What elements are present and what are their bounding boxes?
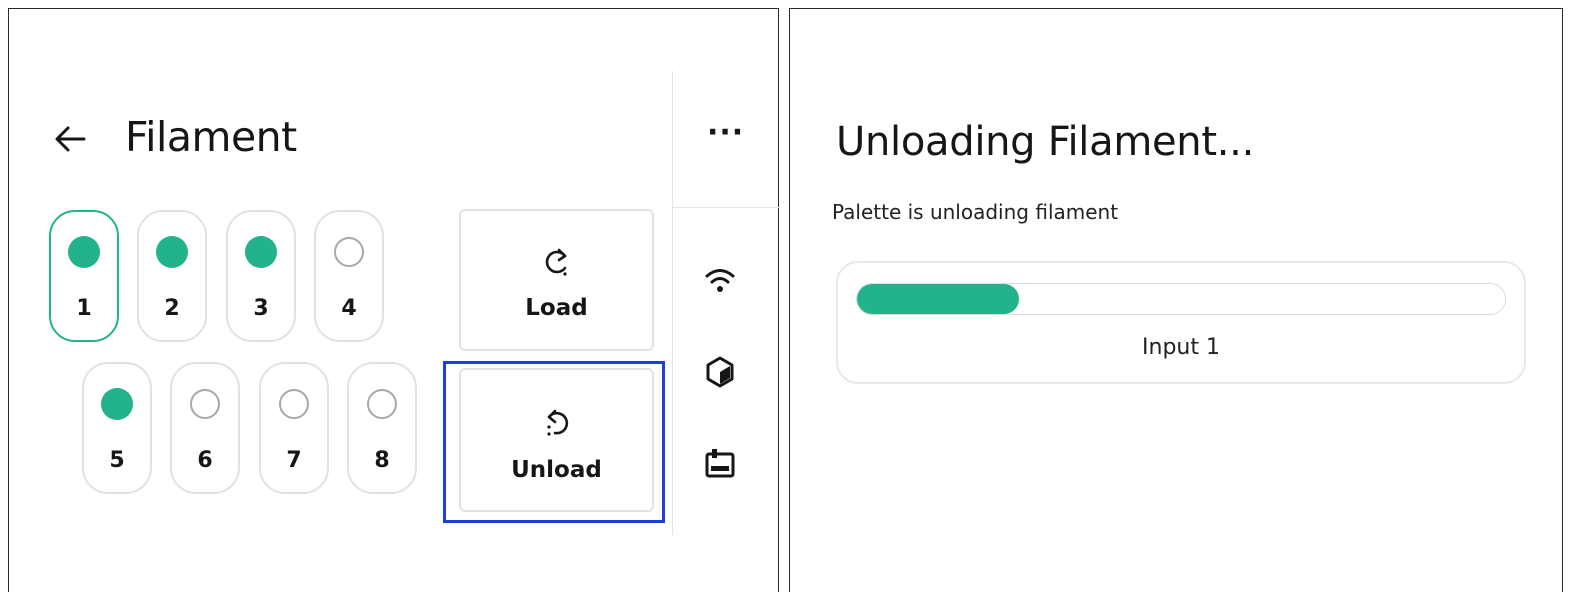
slot-number: 1 xyxy=(76,296,92,321)
input-slot-1[interactable]: 1 xyxy=(49,210,119,342)
filament-indicator xyxy=(279,389,309,419)
filament-indicator xyxy=(68,236,100,268)
printer-icon[interactable] xyxy=(703,446,737,480)
filament-screen: Filament ··· 1 2 3 4 5 6 7 8 Load Unload xyxy=(8,8,780,592)
slot-number: 2 xyxy=(164,296,180,321)
progress-card: Input 1 xyxy=(836,261,1526,384)
slot-number: 5 xyxy=(109,448,125,473)
load-button[interactable]: Load xyxy=(459,209,654,351)
filament-indicator xyxy=(156,236,188,268)
unload-label: Unload xyxy=(511,457,602,483)
cube-icon[interactable] xyxy=(703,355,737,389)
input-slot-6[interactable]: 6 xyxy=(170,362,240,494)
progress-track xyxy=(856,283,1506,315)
unloading-title: Unloading Filament... xyxy=(836,119,1254,165)
unload-arrow-icon xyxy=(546,409,568,436)
load-label: Load xyxy=(525,295,588,321)
filament-indicator xyxy=(245,236,277,268)
vertical-divider xyxy=(672,71,673,535)
filament-indicator xyxy=(334,237,364,267)
slot-number: 8 xyxy=(374,448,390,473)
input-slot-7[interactable]: 7 xyxy=(259,362,329,494)
wifi-icon[interactable] xyxy=(703,264,737,298)
slot-number: 6 xyxy=(197,448,213,473)
input-slot-4[interactable]: 4 xyxy=(314,210,384,342)
unloading-subtitle: Palette is unloading filament xyxy=(832,200,1119,224)
progress-fill xyxy=(857,284,1019,314)
input-slot-8[interactable]: 8 xyxy=(347,362,417,494)
unload-button[interactable]: Unload xyxy=(459,368,654,512)
slot-number: 7 xyxy=(286,448,302,473)
input-slot-2[interactable]: 2 xyxy=(137,210,207,342)
filament-indicator xyxy=(101,388,133,420)
input-slot-3[interactable]: 3 xyxy=(226,210,296,342)
back-arrow-icon[interactable] xyxy=(52,121,88,157)
unloading-screen: Unloading Filament... Palette is unloadi… xyxy=(789,8,1563,592)
more-options-button[interactable]: ··· xyxy=(707,115,744,150)
slot-number: 4 xyxy=(341,296,357,321)
progress-input-label: Input 1 xyxy=(1142,335,1220,360)
filament-indicator xyxy=(367,389,397,419)
input-slot-5[interactable]: 5 xyxy=(82,362,152,494)
page-title: Filament xyxy=(125,113,297,161)
horizontal-divider xyxy=(672,207,780,208)
slot-number: 3 xyxy=(253,296,269,321)
load-arrow-icon xyxy=(545,248,567,276)
filament-indicator xyxy=(190,389,220,419)
